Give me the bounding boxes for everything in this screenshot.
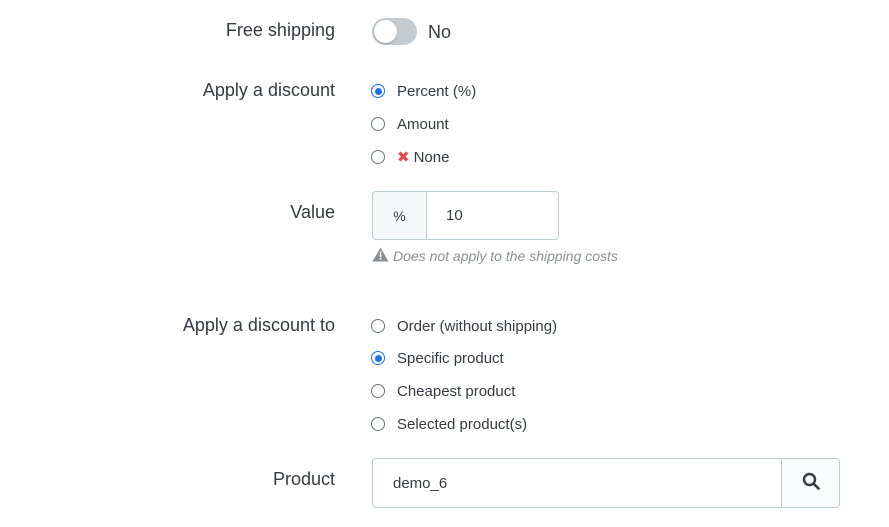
radio-button[interactable] bbox=[371, 319, 385, 333]
radio-label: Percent (%) bbox=[397, 82, 477, 100]
radio-label: Amount bbox=[397, 115, 449, 133]
value-label: Value bbox=[290, 202, 335, 222]
radio-button[interactable] bbox=[371, 84, 385, 98]
percent-addon: % bbox=[373, 192, 427, 239]
warning-icon bbox=[372, 247, 389, 265]
x-icon: ✖ bbox=[397, 149, 410, 166]
value-input-group: % 10 bbox=[372, 191, 559, 240]
free-shipping-state: No bbox=[428, 22, 452, 42]
discount-to-option-order[interactable]: Order (without shipping) bbox=[371, 316, 557, 336]
free-shipping-label: Free shipping bbox=[225, 20, 335, 40]
value-input[interactable]: 10 bbox=[427, 192, 558, 239]
radio-button[interactable] bbox=[371, 417, 385, 431]
product-label: Product bbox=[272, 469, 335, 489]
radio-label: Cheapest product bbox=[397, 382, 516, 400]
apply-discount-to-label: Apply a discount to bbox=[182, 315, 335, 335]
radio-label: Specific product bbox=[397, 349, 504, 367]
discount-to-option-selected[interactable]: Selected product(s) bbox=[371, 414, 527, 434]
radio-button[interactable] bbox=[371, 351, 385, 365]
apply-discount-label: Apply a discount bbox=[202, 80, 335, 100]
radio-button[interactable] bbox=[371, 384, 385, 398]
value-hint: Does not apply to the shipping costs bbox=[372, 247, 618, 265]
search-button[interactable] bbox=[781, 459, 839, 507]
discount-to-option-cheapest[interactable]: Cheapest product bbox=[371, 381, 515, 401]
radio-button[interactable] bbox=[371, 117, 385, 131]
discount-option-none[interactable]: ✖ None bbox=[371, 147, 449, 167]
discount-option-percent[interactable]: Percent (%) bbox=[371, 81, 476, 101]
radio-label: None bbox=[413, 149, 450, 166]
discount-to-option-specific[interactable]: Specific product bbox=[371, 348, 504, 368]
search-icon bbox=[802, 472, 820, 495]
radio-label-container: ✖ None bbox=[397, 148, 449, 166]
radio-label: Order (without shipping) bbox=[397, 317, 558, 335]
radio-label: Selected product(s) bbox=[397, 415, 528, 433]
product-search-group: demo_6 bbox=[372, 458, 840, 508]
product-input[interactable]: demo_6 bbox=[373, 459, 781, 507]
hint-text: Does not apply to the shipping costs bbox=[393, 248, 618, 264]
free-shipping-toggle[interactable] bbox=[372, 18, 417, 45]
radio-button[interactable] bbox=[371, 150, 385, 164]
discount-option-amount[interactable]: Amount bbox=[371, 114, 449, 134]
toggle-knob bbox=[374, 20, 397, 43]
